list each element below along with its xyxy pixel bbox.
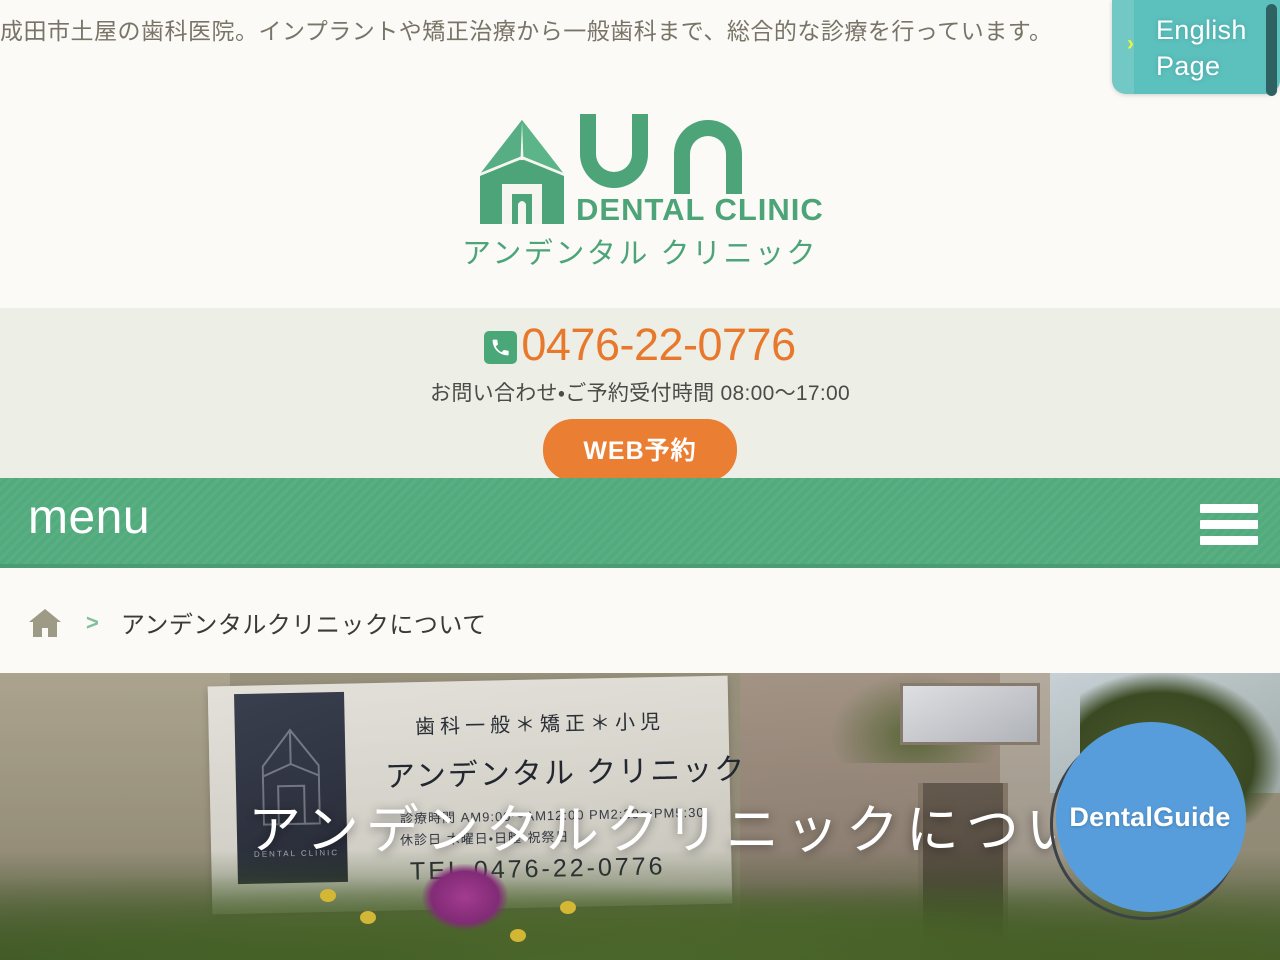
hamburger-bar-1 bbox=[1200, 504, 1258, 513]
site-description-text: 成田市土屋の歯科医院。インプラントや矯正治療から一般歯科まで、総合的な診療を行っ… bbox=[0, 18, 1053, 44]
hero-page-title: アンデンタルクリニックについ bbox=[248, 801, 1086, 860]
breadcrumb-separator: > bbox=[86, 609, 99, 635]
web-reservation-button[interactable]: WEB予約 bbox=[543, 419, 737, 481]
contact-band: 0476-22-0776 お問い合わせ・ご予約受付時間 08:00〜17:00 … bbox=[0, 308, 1280, 481]
english-page-button[interactable]: › English Page bbox=[1112, 0, 1280, 94]
scrollbar-thumb[interactable] bbox=[1266, 4, 1277, 96]
house-clinic-icon bbox=[480, 120, 564, 229]
telephone-row[interactable]: 0476-22-0776 bbox=[0, 322, 1280, 367]
dental-guide-badge[interactable]: DentalGuide bbox=[1011, 689, 1280, 959]
global-menu-bar[interactable]: menu bbox=[0, 478, 1280, 568]
english-page-label: English Page bbox=[1156, 12, 1276, 84]
logo-japanese-name: アンデンタル クリニック bbox=[462, 238, 818, 270]
breadcrumb-current-page: アンデンタルクリニックについて bbox=[120, 612, 487, 639]
site-logo-block[interactable]: DENTAL CLINIC アンデンタル クリニック bbox=[0, 112, 1280, 292]
phone-handset-icon bbox=[484, 331, 518, 364]
phone-number[interactable]: 0476-22-0776 bbox=[521, 322, 796, 367]
vertical-scrollbar[interactable] bbox=[1266, 0, 1280, 960]
english-page-line1: English bbox=[1156, 15, 1247, 45]
hamburger-bar-2 bbox=[1200, 520, 1258, 529]
menu-label: menu bbox=[28, 491, 151, 544]
home-icon[interactable] bbox=[28, 608, 62, 638]
hamburger-bar-3 bbox=[1200, 536, 1258, 545]
logo-lockup: DENTAL CLINIC bbox=[480, 112, 823, 227]
chevron-right-icon: › bbox=[1127, 32, 1134, 55]
dental-guide-label: DentalGuide bbox=[1069, 802, 1231, 832]
logo-brand-mark bbox=[576, 112, 766, 201]
hamburger-menu-icon[interactable] bbox=[1200, 504, 1258, 545]
english-page-line2: Page bbox=[1156, 51, 1221, 81]
breadcrumb: > アンデンタルクリニックについて bbox=[0, 572, 1280, 673]
logo-subtitle: DENTAL CLINIC bbox=[576, 192, 824, 227]
reception-hours: お問い合わせ・ご予約受付時間 08:00〜17:00 bbox=[430, 382, 850, 405]
